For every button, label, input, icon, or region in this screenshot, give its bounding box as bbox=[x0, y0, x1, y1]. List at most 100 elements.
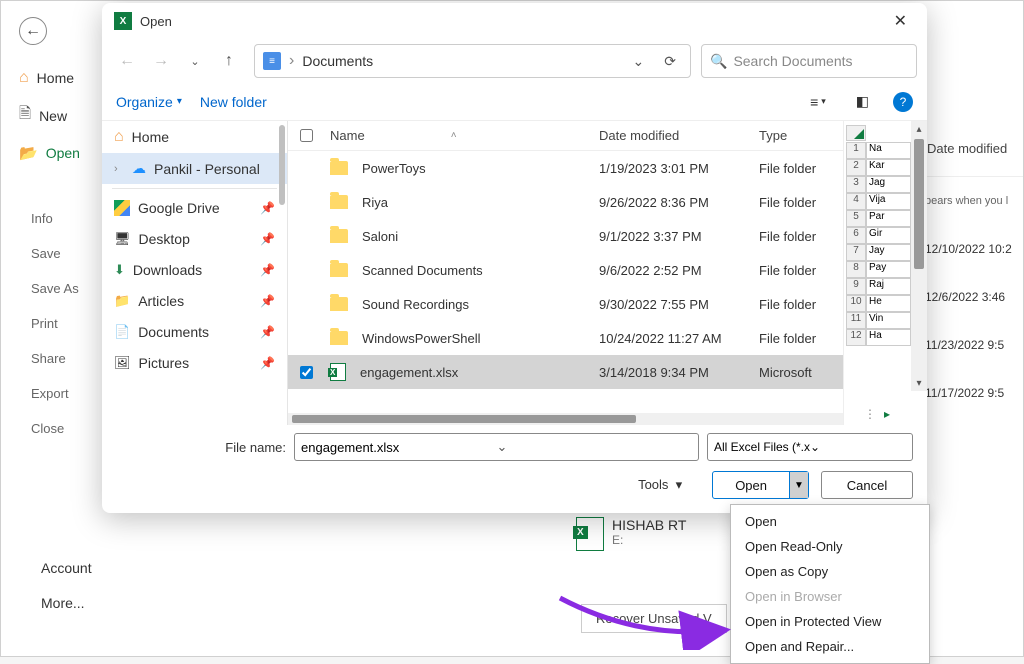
row-checkbox[interactable] bbox=[300, 366, 313, 379]
bg-file-hishab[interactable]: HISHAB RT E: bbox=[576, 517, 686, 551]
pin-icon[interactable]: 📌 bbox=[260, 232, 275, 246]
file-row[interactable]: WindowsPowerShell 10/24/2022 11:27 AM Fi… bbox=[288, 321, 843, 355]
home-icon bbox=[19, 69, 29, 87]
menu-item[interactable]: Open as Copy bbox=[731, 559, 929, 584]
scroll-down-icon[interactable]: ▾ bbox=[911, 375, 927, 391]
tree-pictures[interactable]: Pictures📌 bbox=[102, 347, 287, 378]
cancel-button[interactable]: Cancel bbox=[821, 471, 913, 499]
sheet-next-icon[interactable]: ▸ bbox=[884, 407, 890, 421]
refresh-button[interactable]: ⟳ bbox=[658, 53, 682, 70]
nav-open[interactable]: Open bbox=[11, 136, 111, 170]
file-row[interactable]: engagement.xlsx 3/14/2018 9:34 PM Micros… bbox=[288, 355, 843, 389]
menu-item[interactable]: Open in Protected View bbox=[731, 609, 929, 634]
documents-icon: ≡ bbox=[263, 52, 281, 70]
nav-more[interactable]: More... bbox=[41, 595, 85, 611]
tree-gdrive[interactable]: Google Drive📌 bbox=[102, 193, 287, 223]
pin-icon[interactable]: 📌 bbox=[260, 356, 275, 370]
open-button-label[interactable]: Open bbox=[713, 472, 790, 498]
pin-icon[interactable]: 📌 bbox=[260, 201, 275, 215]
sub-print[interactable]: Print bbox=[31, 306, 79, 341]
sub-saveas[interactable]: Save As bbox=[31, 271, 79, 306]
row-number[interactable]: 2 bbox=[846, 159, 866, 176]
col-name[interactable]: Name˄ bbox=[324, 128, 599, 143]
select-all-corner[interactable] bbox=[846, 125, 866, 141]
filename-input[interactable]: engagement.xlsx⌄ bbox=[294, 433, 699, 461]
menu-item[interactable]: Open and Repair... bbox=[731, 634, 929, 659]
back-button[interactable]: ← bbox=[19, 17, 47, 45]
sub-info[interactable]: Info bbox=[31, 201, 79, 236]
scroll-up-icon[interactable]: ▴ bbox=[911, 121, 927, 137]
filename-label: File name: bbox=[116, 440, 286, 455]
open-button[interactable]: Open ▼ bbox=[712, 471, 809, 499]
open-dropdown-button[interactable]: ▼ bbox=[790, 472, 808, 498]
row-number[interactable]: 8 bbox=[846, 261, 866, 278]
file-row[interactable]: PowerToys 1/19/2023 3:01 PM File folder bbox=[288, 151, 843, 185]
horizontal-scrollbar[interactable] bbox=[288, 413, 843, 425]
row-number[interactable]: 9 bbox=[846, 278, 866, 295]
breadcrumb-dropdown[interactable]: ⌄ bbox=[627, 53, 651, 70]
search-input[interactable]: 🔍 Search Documents bbox=[701, 44, 917, 78]
file-row[interactable]: Scanned Documents 9/6/2022 2:52 PM File … bbox=[288, 253, 843, 287]
sub-save[interactable]: Save bbox=[31, 236, 79, 271]
row-number[interactable]: 11 bbox=[846, 312, 866, 329]
nav-new[interactable]: New bbox=[11, 95, 111, 136]
organize-button[interactable]: Organize▾ bbox=[116, 94, 182, 110]
sub-share[interactable]: Share bbox=[31, 341, 79, 376]
menu-item[interactable]: Open Read-Only bbox=[731, 534, 929, 559]
col-date[interactable]: Date modified bbox=[599, 128, 759, 143]
file-row[interactable]: Saloni 9/1/2022 3:37 PM File folder bbox=[288, 219, 843, 253]
help-button[interactable]: ? bbox=[893, 92, 913, 112]
filename-dropdown[interactable]: ⌄ bbox=[497, 439, 693, 455]
row-number[interactable]: 4 bbox=[846, 193, 866, 210]
recover-unsaved-button[interactable]: Recover Unsaved V bbox=[581, 604, 727, 633]
tree-downloads[interactable]: Downloads📌 bbox=[102, 254, 287, 285]
select-all-checkbox[interactable] bbox=[300, 129, 313, 142]
pin-icon[interactable]: 📌 bbox=[260, 263, 275, 277]
file-date: 9/30/2022 7:55 PM bbox=[599, 297, 759, 312]
breadcrumb[interactable]: ≡ › Documents ⌄ ⟳ bbox=[254, 44, 691, 78]
sub-export[interactable]: Export bbox=[31, 376, 79, 411]
file-name: Sound Recordings bbox=[362, 297, 469, 312]
pin-icon[interactable]: 📌 bbox=[260, 325, 275, 339]
view-mode-button[interactable]: ≡ ▾ bbox=[804, 90, 832, 114]
file-row[interactable]: Riya 9/26/2022 8:36 PM File folder bbox=[288, 185, 843, 219]
menu-item[interactable]: Open bbox=[731, 509, 929, 534]
tree-articles[interactable]: Articles📌 bbox=[102, 285, 287, 316]
row-number[interactable]: 12 bbox=[846, 329, 866, 346]
row-number[interactable]: 1 bbox=[846, 142, 866, 159]
col-type[interactable]: Type bbox=[759, 128, 843, 143]
nav-home[interactable]: Home bbox=[11, 61, 111, 95]
file-row[interactable]: Sound Recordings 9/30/2022 7:55 PM File … bbox=[288, 287, 843, 321]
tree-home[interactable]: Home bbox=[102, 121, 287, 153]
chevron-right-icon[interactable]: › bbox=[114, 163, 124, 175]
file-filter-select[interactable]: All Excel Files (*.xl*;*.xlsx;*.xlsm;⌄ bbox=[707, 433, 913, 461]
new-folder-button[interactable]: New folder bbox=[200, 94, 267, 110]
row-number[interactable]: 10 bbox=[846, 295, 866, 312]
row-number[interactable]: 7 bbox=[846, 244, 866, 261]
sub-close[interactable]: Close bbox=[31, 411, 79, 446]
tools-button[interactable]: Tools ▾ bbox=[638, 477, 682, 493]
file-name: Scanned Documents bbox=[362, 263, 483, 278]
pin-icon[interactable]: 📌 bbox=[260, 294, 275, 308]
nav-back-button[interactable]: ← bbox=[112, 46, 142, 76]
nav-account[interactable]: Account bbox=[41, 560, 92, 576]
preview-sheet: 1Na2Kar3Jag4Vija5Par6Gir7Jay8Pay9Raj10He… bbox=[846, 125, 911, 405]
sheet-menu-icon[interactable]: ⋮ bbox=[864, 407, 876, 421]
row-number[interactable]: 5 bbox=[846, 210, 866, 227]
row-number[interactable]: 6 bbox=[846, 227, 866, 244]
row-number[interactable]: 3 bbox=[846, 176, 866, 193]
nav-forward-button[interactable]: → bbox=[146, 46, 176, 76]
tree-scrollbar[interactable] bbox=[279, 125, 285, 205]
nav-history-button[interactable]: ⌄ bbox=[180, 46, 210, 76]
preview-cell: Vija bbox=[866, 193, 911, 210]
preview-pane-button[interactable]: ◧ bbox=[850, 89, 875, 114]
close-button[interactable]: ✕ bbox=[886, 7, 915, 35]
preview-scrollbar[interactable]: ▴ ▾ bbox=[911, 121, 927, 391]
nav-up-button[interactable]: ↑ bbox=[214, 46, 244, 76]
tree-personal[interactable]: ›Pankil - Personal bbox=[102, 153, 287, 184]
file-type: File folder bbox=[759, 331, 843, 346]
excel-file-icon bbox=[330, 363, 346, 381]
folder-icon bbox=[330, 229, 348, 243]
tree-documents[interactable]: Documents📌 bbox=[102, 316, 287, 347]
tree-desktop[interactable]: Desktop📌 bbox=[102, 223, 287, 254]
